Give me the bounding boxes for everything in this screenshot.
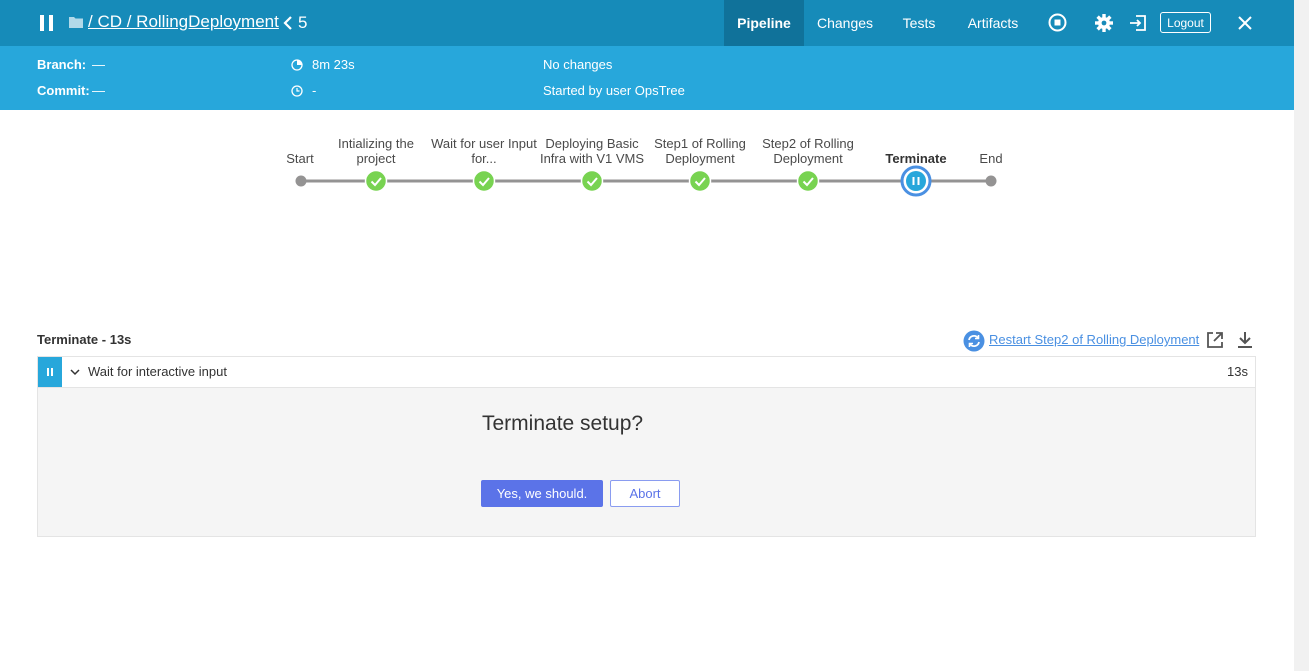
tab-changes[interactable]: Changes (810, 0, 880, 46)
step-label: Wait for interactive input (88, 364, 227, 379)
download-icon[interactable] (1237, 331, 1253, 349)
right-gutter (1294, 0, 1309, 671)
tab-artifacts[interactable]: Artifacts (959, 0, 1027, 46)
stage-node-step2[interactable] (796, 169, 820, 193)
open-external-icon[interactable] (1206, 331, 1224, 349)
branch-label: Branch: (37, 57, 87, 72)
changes-value: No changes (543, 57, 613, 72)
exit-icon[interactable] (1129, 14, 1147, 32)
chevron-left-icon[interactable] (283, 16, 293, 30)
step-duration: 13s (1227, 364, 1248, 379)
stage-node-terminate[interactable] (900, 165, 932, 197)
step-panel-title: Terminate - 13s (37, 332, 132, 347)
proceed-button[interactable]: Yes, we should. (481, 480, 603, 507)
pipeline-graph: Start Intializing the project Wait for u… (0, 110, 1294, 310)
stop-icon[interactable] (1048, 13, 1067, 32)
pause-icon[interactable] (40, 15, 54, 31)
gear-icon[interactable] (1094, 13, 1114, 33)
paused-status-icon (38, 357, 62, 387)
run-summary: Branch: — Commit: — 8m 23s - No changes … (0, 46, 1294, 110)
folder-icon (69, 17, 83, 28)
duration-value: 8m 23s (312, 57, 355, 72)
stage-node-step1[interactable] (688, 169, 712, 193)
tab-pipeline[interactable]: Pipeline (724, 0, 804, 46)
pipeline-track (295, 165, 997, 197)
run-number: 5 (298, 13, 308, 32)
stage-node-wait-input[interactable] (472, 169, 496, 193)
restart-stage-link[interactable]: Restart Step2 of Rolling Deployment (989, 332, 1199, 347)
duration-icon (291, 59, 303, 71)
input-request-box: Terminate setup? Yes, we should. Abort (37, 387, 1256, 537)
close-icon[interactable] (1238, 16, 1252, 30)
step-row-wait-input[interactable]: Wait for interactive input 13s (37, 356, 1256, 388)
chevron-down-icon[interactable] (70, 368, 80, 376)
abort-button[interactable]: Abort (610, 480, 680, 507)
input-message: Terminate setup? (482, 412, 644, 435)
commit-value: — (92, 83, 105, 98)
clock-icon (291, 85, 303, 97)
stage-node-deploy-infra[interactable] (580, 169, 604, 193)
stage-node-start[interactable] (295, 175, 307, 187)
time-ago-value: - (312, 83, 317, 98)
cause-value: Started by user OpsTree (543, 83, 685, 98)
branch-value: — (92, 57, 105, 72)
top-header: / CD / RollingDeployment 5 Pipeline Chan… (0, 0, 1294, 46)
restart-icon[interactable] (963, 330, 985, 352)
logout-button[interactable]: Logout (1160, 12, 1211, 33)
commit-label: Commit: (37, 83, 90, 98)
tab-tests[interactable]: Tests (895, 0, 943, 46)
pipeline-breadcrumb[interactable]: / CD / RollingDeployment (88, 12, 279, 32)
stage-node-initializing[interactable] (364, 169, 388, 193)
stage-node-end[interactable] (985, 175, 997, 187)
